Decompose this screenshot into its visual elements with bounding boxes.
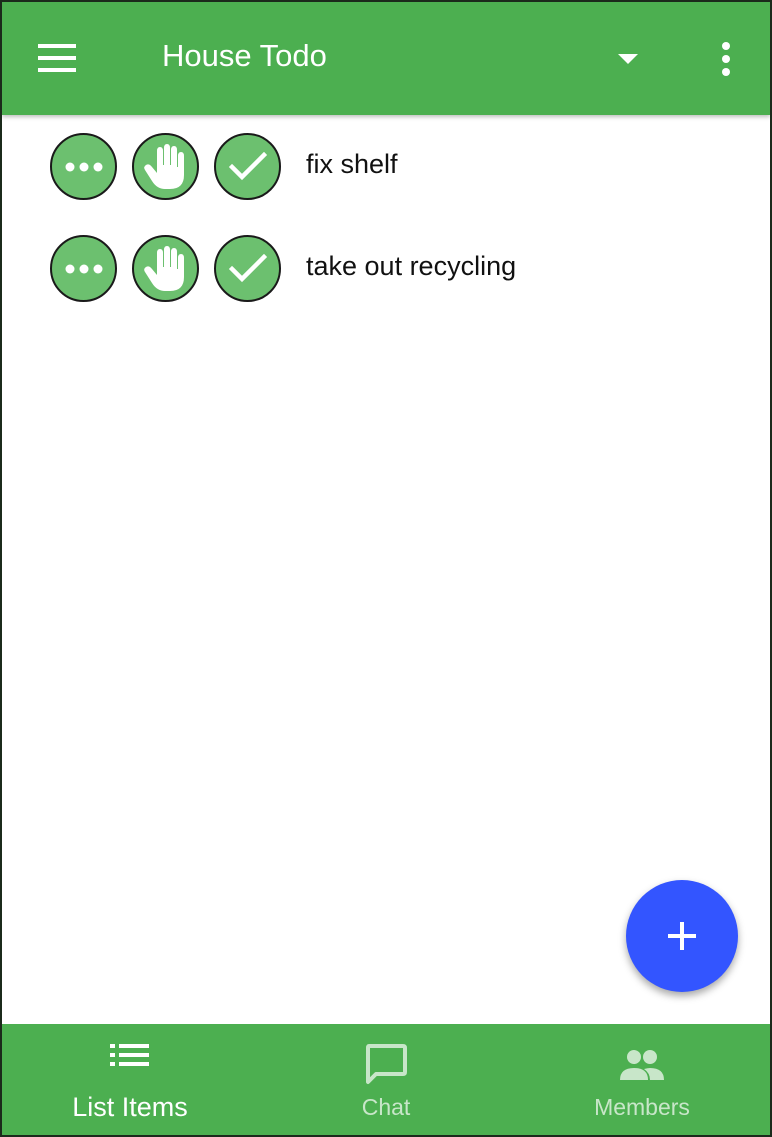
hand-icon [143, 245, 184, 291]
tab-label: Members [594, 1094, 690, 1120]
tab-list-items[interactable]: List Items [2, 1024, 258, 1135]
item-label: fix shelf [306, 149, 398, 179]
bottom-navigation: List Items Chat Members [2, 1024, 770, 1135]
people-icon [620, 1050, 664, 1080]
claim-button[interactable] [132, 235, 199, 302]
list-icon [110, 1044, 149, 1066]
caret-down-icon[interactable] [614, 46, 642, 74]
app-screen: House Todo fix shelf take out recycling … [0, 0, 772, 1137]
chat-bubble-icon [366, 1044, 407, 1084]
add-item-button[interactable] [626, 880, 738, 992]
item-label: take out recycling [306, 251, 517, 281]
more-horiz-icon [65, 162, 102, 171]
hand-icon [143, 143, 184, 189]
tab-label: List Items [72, 1092, 188, 1122]
check-icon [228, 253, 267, 282]
list-item: take out recycling [2, 221, 770, 302]
tab-label: Chat [361, 1094, 411, 1120]
check-icon [228, 151, 267, 180]
list-item: fix shelf [2, 119, 770, 200]
complete-button[interactable] [214, 235, 281, 302]
complete-button[interactable] [214, 133, 281, 200]
tab-chat[interactable]: Chat [258, 1024, 514, 1135]
more-options-button[interactable] [50, 235, 117, 302]
more-options-button[interactable] [50, 133, 117, 200]
more-horiz-icon [65, 264, 102, 273]
claim-button[interactable] [132, 133, 199, 200]
plus-icon [668, 922, 696, 950]
app-bar: House Todo [2, 2, 770, 115]
more-vert-icon[interactable] [714, 42, 738, 78]
page-title: House Todo [162, 38, 327, 73]
tab-members[interactable]: Members [514, 1024, 770, 1135]
hamburger-icon[interactable] [38, 42, 78, 74]
